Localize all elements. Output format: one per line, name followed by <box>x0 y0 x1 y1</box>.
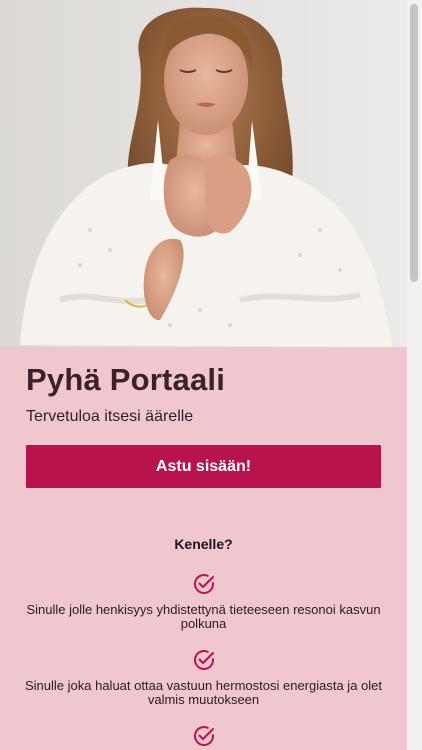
audience-item: Sinulle joka haluat ottaa vastuun hermos… <box>0 648 407 707</box>
check-circle-icon <box>193 726 214 746</box>
audience-item-text: Sinulle joka haluat ottaa vastuun hermos… <box>25 678 382 707</box>
enter-button[interactable]: Astu sisään! <box>26 445 381 488</box>
check-circle-icon <box>193 574 214 594</box>
check-circle-icon <box>193 650 214 670</box>
page-subtitle: Tervetuloa itsesi äärelle <box>26 408 194 425</box>
audience-item-text: Sinulle jolle henkisyys yhdistettynä tie… <box>26 602 381 631</box>
landing-page: Pyhä Portaali Tervetuloa itsesi äärelle … <box>0 0 407 750</box>
scrollbar[interactable] <box>407 0 422 750</box>
audience-item <box>0 724 407 750</box>
page-title: Pyhä Portaali <box>26 362 226 397</box>
audience-item: Sinulle jolle henkisyys yhdistettynä tie… <box>0 572 407 631</box>
audience-heading: Kenelle? <box>174 536 233 552</box>
scrollbar-thumb[interactable] <box>410 4 418 282</box>
hero-photo-illustration <box>0 0 407 347</box>
hero-photo <box>0 0 407 347</box>
viewport: Pyhä Portaali Tervetuloa itsesi äärelle … <box>0 0 422 750</box>
